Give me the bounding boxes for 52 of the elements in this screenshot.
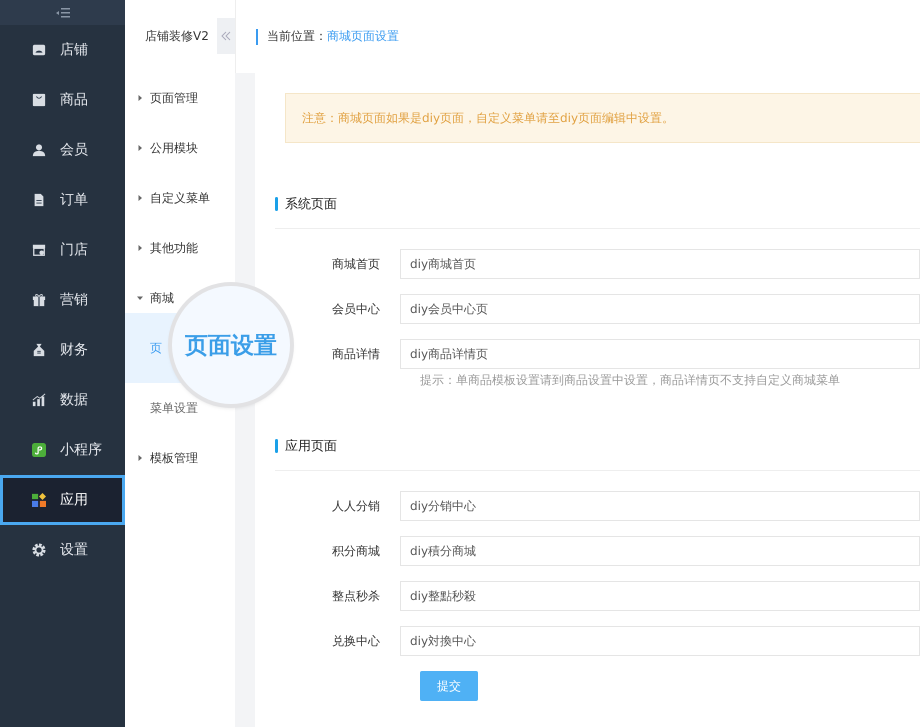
submenu-title: 店铺装修V2 <box>144 28 209 45</box>
sidebar-item[interactable]: 会员 <box>0 125 125 175</box>
menu-group[interactable]: 自定义菜单 <box>137 191 210 205</box>
bar-chart-icon <box>32 393 46 407</box>
money-bag-icon <box>32 343 46 357</box>
double-chevron-icon <box>221 30 231 40</box>
field-label: 整点秒杀 <box>331 588 381 604</box>
store-icon <box>32 43 46 57</box>
menu-group[interactable]: 公用模块 <box>137 141 198 155</box>
input-field[interactable]: diy整點秒殺 <box>400 581 920 611</box>
sidebar-item[interactable]: 数据 <box>0 375 125 425</box>
sidebar-item[interactable]: 设置 <box>0 525 125 575</box>
sidebar-item[interactable]: 营销 <box>0 275 125 325</box>
person-icon <box>32 143 46 157</box>
settings-icon <box>32 543 46 557</box>
input-field[interactable]: diy積分商城 <box>400 536 920 566</box>
hint-text: 提示：单商品模板设置请到商品设置中设置，商品详情页不支持自定义商城菜单 <box>420 372 841 389</box>
field-label: 商品详情 <box>331 346 381 362</box>
input-field[interactable]: diy商城首页 <box>400 249 920 279</box>
section-title: 应用页面 <box>285 438 337 455</box>
input-field[interactable]: diy分销中心 <box>400 491 920 521</box>
field-label: 积分商城 <box>331 542 381 560</box>
apps-icon <box>32 493 46 507</box>
sidebar-item[interactable]: 应用 <box>0 475 125 525</box>
section-title: 系统页面 <box>285 196 337 213</box>
input-field[interactable]: diy会员中心页 <box>400 294 920 324</box>
sidebar-item[interactable]: 小程序 <box>0 425 125 475</box>
bag-icon <box>32 93 46 107</box>
document-icon <box>32 193 46 207</box>
magnified-text: 页面设置 <box>185 332 277 360</box>
breadcrumb-label: 当前位置： <box>267 28 327 45</box>
shop-icon <box>32 243 46 257</box>
menu-group[interactable]: 其他功能 <box>137 241 198 255</box>
sidebar-item[interactable]: 门店 <box>0 225 125 275</box>
field-label: 会员中心 <box>331 300 381 318</box>
mini-program-icon <box>32 443 46 457</box>
collapse-menu-icon[interactable] <box>56 8 70 18</box>
field-label: 兑换中心 <box>331 632 381 650</box>
gift-icon <box>32 293 46 307</box>
field-label: 人人分销 <box>331 498 381 514</box>
notice-banner: 注意：商城页面如果是diy页面，自定义菜单请至diy页面编辑中设置。 <box>285 93 920 143</box>
menu-group[interactable]: 商城 <box>137 291 174 305</box>
input-field[interactable]: diy商品详情页 <box>400 339 920 369</box>
sidebar-item[interactable]: 财务 <box>0 325 125 375</box>
input-field[interactable]: diy対換中心 <box>400 626 920 656</box>
field-label: 商城首页 <box>331 256 381 272</box>
sidebar-item[interactable]: 订单 <box>0 175 125 225</box>
sidebar-item[interactable]: 店铺 <box>0 25 125 75</box>
sidebar-item[interactable]: 商品 <box>0 75 125 125</box>
menu-group[interactable]: 模板管理 <box>137 451 198 465</box>
menu-group[interactable]: 页面管理 <box>137 91 198 105</box>
menu-item[interactable]: 菜单设置 <box>150 401 198 415</box>
